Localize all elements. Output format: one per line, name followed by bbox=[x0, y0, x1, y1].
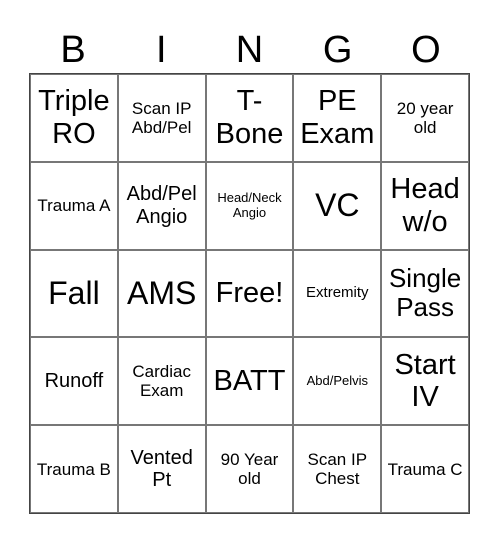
bingo-cell[interactable]: Trauma A bbox=[30, 161, 118, 250]
bingo-cell[interactable]: Free! bbox=[205, 249, 294, 338]
bingo-cell[interactable]: Runoff bbox=[30, 337, 118, 426]
header-letter-b: B bbox=[60, 29, 86, 71]
bingo-cell[interactable]: BATT bbox=[205, 337, 294, 426]
bingo-cell[interactable]: Head w/o bbox=[381, 161, 469, 250]
bingo-cell[interactable]: Extremity bbox=[293, 249, 382, 338]
bingo-cell[interactable]: VC bbox=[293, 161, 382, 250]
bingo-cell[interactable]: T- Bone bbox=[205, 74, 294, 162]
bingo-header: B I N G O bbox=[29, 28, 470, 72]
bingo-cell[interactable]: AMS bbox=[117, 249, 206, 338]
bingo-cell[interactable]: Abd/Pelvis bbox=[293, 337, 382, 426]
bingo-cell[interactable]: Scan IP Abd/Pel bbox=[117, 74, 206, 162]
bingo-cell[interactable]: Fall bbox=[30, 249, 118, 338]
bingo-cell[interactable]: Scan IP Chest bbox=[293, 425, 382, 513]
bingo-cell[interactable]: 90 Year old bbox=[205, 425, 294, 513]
header-letter-n: N bbox=[235, 29, 264, 71]
bingo-cell[interactable]: Triple RO bbox=[30, 74, 118, 162]
bingo-cell[interactable]: PE Exam bbox=[293, 74, 382, 162]
bingo-cell[interactable]: Abd/Pel Angio bbox=[117, 161, 206, 250]
bingo-grid: Triple RO Scan IP Abd/Pel T- Bone PE Exam 20… bbox=[29, 73, 470, 514]
bingo-cell[interactable]: Trauma C bbox=[381, 425, 469, 513]
bingo-cell[interactable]: Start IV bbox=[381, 337, 469, 426]
bingo-cell[interactable]: 20 year old bbox=[381, 74, 469, 162]
bingo-cell[interactable]: Single Pass bbox=[381, 249, 469, 338]
header-letter-o: O bbox=[411, 29, 441, 71]
header-letter-g: G bbox=[322, 29, 353, 71]
bingo-cell[interactable]: Vented Pt bbox=[117, 425, 206, 513]
bingo-cell[interactable]: Cardiac Exam bbox=[117, 337, 206, 426]
header-letter-i: I bbox=[156, 29, 167, 71]
bingo-cell[interactable]: Head/Neck Angio bbox=[205, 161, 294, 250]
bingo-cell[interactable]: Trauma B bbox=[30, 425, 118, 513]
